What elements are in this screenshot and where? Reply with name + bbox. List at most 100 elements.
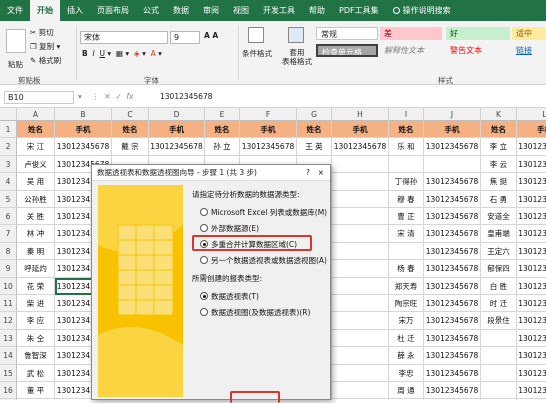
- table-cell[interactable]: 武 松: [17, 364, 55, 382]
- table-cell[interactable]: [332, 260, 389, 278]
- table-cell[interactable]: [332, 225, 389, 243]
- table-cell[interactable]: 13012345678: [424, 382, 481, 400]
- table-cell[interactable]: 王定六: [481, 242, 517, 261]
- row-header[interactable]: 5: [0, 190, 17, 208]
- table-cell[interactable]: 鲁智深: [17, 347, 55, 365]
- table-cell[interactable]: 卢俊义: [17, 155, 55, 174]
- row-header[interactable]: 6: [0, 208, 17, 226]
- table-cell[interactable]: 13012345678: [517, 225, 546, 243]
- table-cell[interactable]: 13012345678: [55, 138, 112, 156]
- table-cell[interactable]: [389, 242, 424, 261]
- table-cell[interactable]: [332, 382, 389, 400]
- row-header[interactable]: 11: [0, 295, 17, 313]
- tab-9[interactable]: 帮助: [302, 0, 332, 21]
- format-painter-button[interactable]: ✎ 格式刷: [30, 55, 61, 66]
- row-header[interactable]: 16: [0, 382, 17, 400]
- table-cell[interactable]: 13012345678: [424, 277, 481, 295]
- row-header[interactable]: 7: [0, 225, 17, 243]
- table-cell[interactable]: 关 胜: [17, 208, 55, 226]
- table-cell[interactable]: 13012345678: [424, 364, 481, 382]
- column-header[interactable]: J: [424, 108, 481, 121]
- tab-10[interactable]: PDF工具集: [332, 0, 386, 21]
- conditional-format-button[interactable]: 条件格式: [242, 48, 272, 59]
- table-format-button[interactable]: 套用 表格格式: [282, 48, 312, 66]
- paste-button[interactable]: 粘贴: [8, 59, 23, 70]
- radio-pivot-table[interactable]: 数据透视表(T): [200, 291, 259, 302]
- table-cell[interactable]: 13012345678: [517, 382, 546, 400]
- table-cell[interactable]: 13012345678: [517, 365, 546, 382]
- column-header[interactable]: C: [112, 108, 149, 121]
- help-button[interactable]: ?: [306, 165, 310, 181]
- header-cell[interactable]: 姓名: [481, 121, 517, 139]
- column-header[interactable]: L: [517, 108, 546, 121]
- column-header[interactable]: F: [240, 108, 297, 121]
- tab-3[interactable]: 页面布局: [90, 0, 136, 21]
- table-cell[interactable]: 董 平: [17, 382, 55, 400]
- paste-icon[interactable]: [6, 29, 26, 53]
- tab-11[interactable]: 操作说明搜索: [386, 0, 458, 21]
- table-cell[interactable]: [332, 242, 389, 261]
- tab-6[interactable]: 审阅: [196, 0, 226, 21]
- table-cell[interactable]: 13012345678: [424, 225, 481, 243]
- table-cell[interactable]: 13012345678: [424, 190, 481, 208]
- table-cell[interactable]: 秦 明: [17, 242, 55, 261]
- table-cell[interactable]: [481, 347, 517, 365]
- table-cell[interactable]: 13012345678: [517, 295, 546, 313]
- table-cell[interactable]: 13012345678: [517, 138, 546, 156]
- table-cell[interactable]: [332, 295, 389, 313]
- increase-font-icon[interactable]: A A: [204, 31, 218, 40]
- table-cell[interactable]: 13012345678: [424, 295, 481, 313]
- table-cell[interactable]: [332, 312, 389, 330]
- font-name-select[interactable]: 宋体: [80, 31, 168, 44]
- header-cell[interactable]: 手机: [149, 121, 205, 139]
- table-cell[interactable]: 孙 立: [205, 138, 240, 156]
- column-header[interactable]: H: [332, 108, 389, 121]
- cut-button[interactable]: ✂ 剪切: [30, 27, 54, 38]
- column-header[interactable]: E: [205, 108, 240, 121]
- table-cell[interactable]: 李 应: [17, 312, 55, 330]
- table-cell[interactable]: 宋 清: [389, 225, 424, 243]
- row-header[interactable]: 3: [0, 155, 17, 174]
- table-cell[interactable]: [332, 347, 389, 365]
- table-cell[interactable]: [481, 329, 517, 348]
- table-cell[interactable]: 13012345678: [424, 260, 481, 278]
- table-cell[interactable]: 安道全: [481, 208, 517, 226]
- table-cell[interactable]: 13012345678: [517, 156, 546, 174]
- table-cell[interactable]: 柴 进: [17, 295, 55, 313]
- table-cell[interactable]: 皇甫端: [481, 225, 517, 243]
- tab-7[interactable]: 视图: [226, 0, 256, 21]
- header-cell[interactable]: 手机: [55, 121, 112, 139]
- column-header[interactable]: A: [17, 108, 55, 121]
- formula-input[interactable]: 13012345678: [160, 92, 213, 101]
- table-cell[interactable]: 林 冲: [17, 225, 55, 243]
- table-cell[interactable]: 朱 仝: [17, 329, 55, 348]
- column-header[interactable]: D: [149, 108, 205, 121]
- table-cell[interactable]: [332, 364, 389, 382]
- conditional-format-icon[interactable]: [248, 27, 264, 43]
- style-bad[interactable]: 差: [380, 27, 442, 40]
- table-cell[interactable]: 陶宗旺: [389, 295, 424, 313]
- table-cell[interactable]: [332, 208, 389, 226]
- table-cell[interactable]: [481, 382, 517, 400]
- table-cell[interactable]: 13012345678: [517, 312, 546, 330]
- table-cell[interactable]: 花 荣: [17, 277, 55, 295]
- radio-pivot-chart[interactable]: 数据透视图(及数据透视表)(R): [200, 307, 310, 318]
- row-header[interactable]: 1: [0, 121, 17, 139]
- table-cell[interactable]: 13012345678: [517, 208, 546, 226]
- row-header[interactable]: 8: [0, 242, 17, 261]
- radio-other-pivot[interactable]: 另一个数据透视表或数据透视图(A): [200, 255, 327, 266]
- font-size-select[interactable]: 9: [170, 31, 200, 44]
- table-cell[interactable]: 郁保四: [481, 260, 517, 278]
- header-cell[interactable]: 手机: [332, 121, 389, 139]
- table-cell[interactable]: 13012345678: [424, 242, 481, 261]
- column-header[interactable]: B: [55, 108, 112, 121]
- table-cell[interactable]: 乐 和: [389, 138, 424, 156]
- formula-buttons[interactable]: ⋮ ✕ ✓ fx: [92, 92, 133, 101]
- row-header[interactable]: 15: [0, 364, 17, 382]
- style-link[interactable]: 链接: [512, 44, 546, 57]
- table-cell[interactable]: 宋万: [389, 312, 424, 330]
- row-header[interactable]: 2: [0, 138, 17, 156]
- column-header[interactable]: K: [481, 108, 517, 121]
- header-cell[interactable]: 姓名: [205, 121, 240, 139]
- radio-external-source[interactable]: 外部数据源(E): [200, 223, 259, 234]
